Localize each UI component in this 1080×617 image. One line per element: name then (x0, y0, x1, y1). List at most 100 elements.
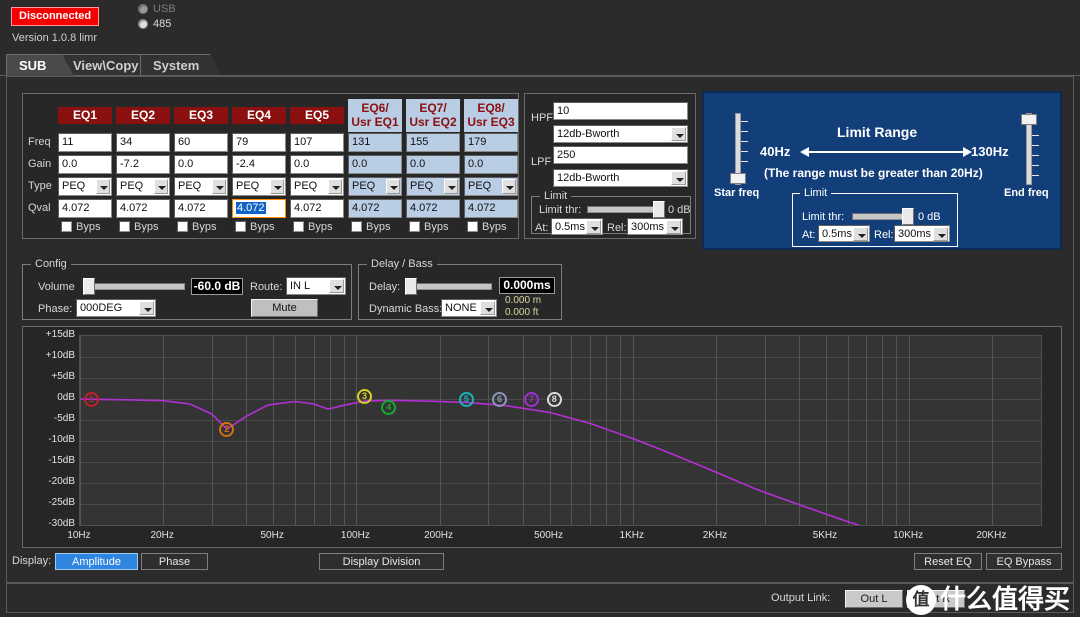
eq-gain-input-8[interactable]: 0.0 (464, 155, 518, 174)
eq-marker-8[interactable]: 8 (547, 392, 562, 407)
dynamic-bass-select[interactable]: NONE (441, 299, 497, 317)
delay-slider-thumb[interactable] (405, 278, 417, 295)
chevron-down-icon[interactable] (671, 127, 686, 141)
eq-freq-input-2[interactable]: 34 (116, 133, 170, 152)
chevron-down-icon[interactable] (444, 179, 458, 194)
hpf-input[interactable]: 10 (553, 102, 688, 120)
chevron-down-icon[interactable] (671, 171, 686, 185)
eq-q-input-1[interactable]: 4.072 (58, 199, 112, 218)
chevron-down-icon[interactable] (502, 179, 516, 194)
eq-q-input-4[interactable]: 4.072 (232, 199, 286, 218)
eq-marker-5[interactable]: 5 (459, 392, 474, 407)
eq-q-input-3[interactable]: 4.072 (174, 199, 228, 218)
checkbox-icon[interactable] (467, 221, 478, 232)
attack-select[interactable]: 0.5ms (551, 218, 603, 235)
chevron-down-icon[interactable] (328, 179, 342, 194)
eq-type-select-6[interactable]: PEQ (348, 177, 402, 196)
eq-type-select-4[interactable]: PEQ (232, 177, 286, 196)
eq-gain-input-6[interactable]: 0.0 (348, 155, 402, 174)
chevron-down-icon[interactable] (853, 227, 868, 241)
eq-q-input-2[interactable]: 4.072 (116, 199, 170, 218)
blue-attack-select[interactable]: 0.5ms (818, 225, 870, 242)
eq-q-input-6[interactable]: 4.072 (348, 199, 402, 218)
blue-limit-thr-thumb[interactable] (902, 208, 914, 225)
eq-marker-6[interactable]: 6 (492, 392, 507, 407)
eq-freq-input-5[interactable]: 107 (290, 133, 344, 152)
chevron-down-icon[interactable] (139, 301, 154, 315)
eq-bypass-check-5[interactable]: Byps (293, 221, 332, 233)
chevron-down-icon[interactable] (933, 227, 948, 241)
volume-slider-track[interactable] (85, 283, 185, 290)
eq-marker-7[interactable]: 7 (524, 392, 539, 407)
volume-slider-thumb[interactable] (83, 278, 95, 295)
checkbox-icon[interactable] (351, 221, 362, 232)
mute-button[interactable]: Mute (251, 299, 318, 317)
eq-freq-input-4[interactable]: 79 (232, 133, 286, 152)
eq-gain-input-7[interactable]: 0.0 (406, 155, 460, 174)
eq-type-select-8[interactable]: PEQ (464, 177, 518, 196)
chevron-down-icon[interactable] (212, 179, 226, 194)
end-freq-slider-thumb[interactable] (1021, 114, 1037, 125)
eq-bypass-check-2[interactable]: Byps (119, 221, 158, 233)
reset-eq-button[interactable]: Reset EQ (914, 553, 982, 570)
eq-bypass-button[interactable]: EQ Bypass (986, 553, 1062, 570)
eq-gain-input-4[interactable]: -2.4 (232, 155, 286, 174)
chevron-down-icon[interactable] (480, 301, 495, 315)
eq-type-select-2[interactable]: PEQ (116, 177, 170, 196)
eq-gain-input-1[interactable]: 0.0 (58, 155, 112, 174)
radio-usb[interactable]: USB (138, 3, 176, 15)
eq-q-input-8[interactable]: 4.072 (464, 199, 518, 218)
phase-button[interactable]: Phase (141, 553, 208, 570)
plot-area[interactable]: 12345678 (79, 335, 1042, 526)
chevron-down-icon[interactable] (329, 279, 344, 293)
eq-freq-input-1[interactable]: 11 (58, 133, 112, 152)
eq-bypass-check-8[interactable]: Byps (467, 221, 506, 233)
tab-viewcopy[interactable]: View\Copy (60, 54, 154, 76)
eq-freq-input-6[interactable]: 131 (348, 133, 402, 152)
eq-type-select-1[interactable]: PEQ (58, 177, 112, 196)
checkbox-icon[interactable] (119, 221, 130, 232)
tab-system[interactable]: System (140, 54, 222, 76)
chevron-down-icon[interactable] (154, 179, 168, 194)
eq-bypass-check-6[interactable]: Byps (351, 221, 390, 233)
amplitude-button[interactable]: Amplitude (55, 553, 138, 570)
phase-select[interactable]: 000DEG (76, 299, 156, 317)
radio-485[interactable]: 485 (138, 18, 171, 30)
eq-q-input-7[interactable]: 4.072 (406, 199, 460, 218)
display-division-button[interactable]: Display Division (319, 553, 444, 570)
eq-bypass-check-7[interactable]: Byps (409, 221, 448, 233)
checkbox-icon[interactable] (235, 221, 246, 232)
start-freq-slider[interactable] (731, 113, 745, 185)
chevron-down-icon[interactable] (666, 220, 681, 234)
chevron-down-icon[interactable] (270, 179, 284, 194)
checkbox-icon[interactable] (293, 221, 304, 232)
eq-gain-input-5[interactable]: 0.0 (290, 155, 344, 174)
checkbox-icon[interactable] (177, 221, 188, 232)
start-freq-slider-thumb[interactable] (730, 173, 746, 184)
eq-type-select-7[interactable]: PEQ (406, 177, 460, 196)
lpf-type-select[interactable]: 12db-Bworth (553, 169, 688, 187)
tab-sub[interactable]: SUB (6, 54, 74, 76)
eq-gain-input-3[interactable]: 0.0 (174, 155, 228, 174)
eq-marker-1[interactable]: 1 (84, 392, 99, 407)
checkbox-icon[interactable] (61, 221, 72, 232)
eq-bypass-check-3[interactable]: Byps (177, 221, 216, 233)
eq-type-select-5[interactable]: PEQ (290, 177, 344, 196)
out-l-button[interactable]: Out L (845, 590, 903, 608)
eq-bypass-check-4[interactable]: Byps (235, 221, 274, 233)
release-select[interactable]: 300ms (627, 218, 683, 235)
eq-bypass-check-1[interactable]: Byps (61, 221, 100, 233)
limit-thr-slider-thumb[interactable] (653, 201, 665, 218)
checkbox-icon[interactable] (409, 221, 420, 232)
delay-slider-track[interactable] (407, 283, 492, 290)
hpf-type-select[interactable]: 12db-Bworth (553, 125, 688, 143)
eq-gain-input-2[interactable]: -7.2 (116, 155, 170, 174)
eq-freq-input-7[interactable]: 155 (406, 133, 460, 152)
route-select[interactable]: IN L (286, 277, 346, 295)
blue-release-select[interactable]: 300ms (894, 225, 950, 242)
end-freq-slider[interactable] (1022, 113, 1036, 185)
chevron-down-icon[interactable] (586, 220, 601, 234)
lpf-input[interactable]: 250 (553, 146, 688, 164)
chevron-down-icon[interactable] (96, 179, 110, 194)
chevron-down-icon[interactable] (386, 179, 400, 194)
